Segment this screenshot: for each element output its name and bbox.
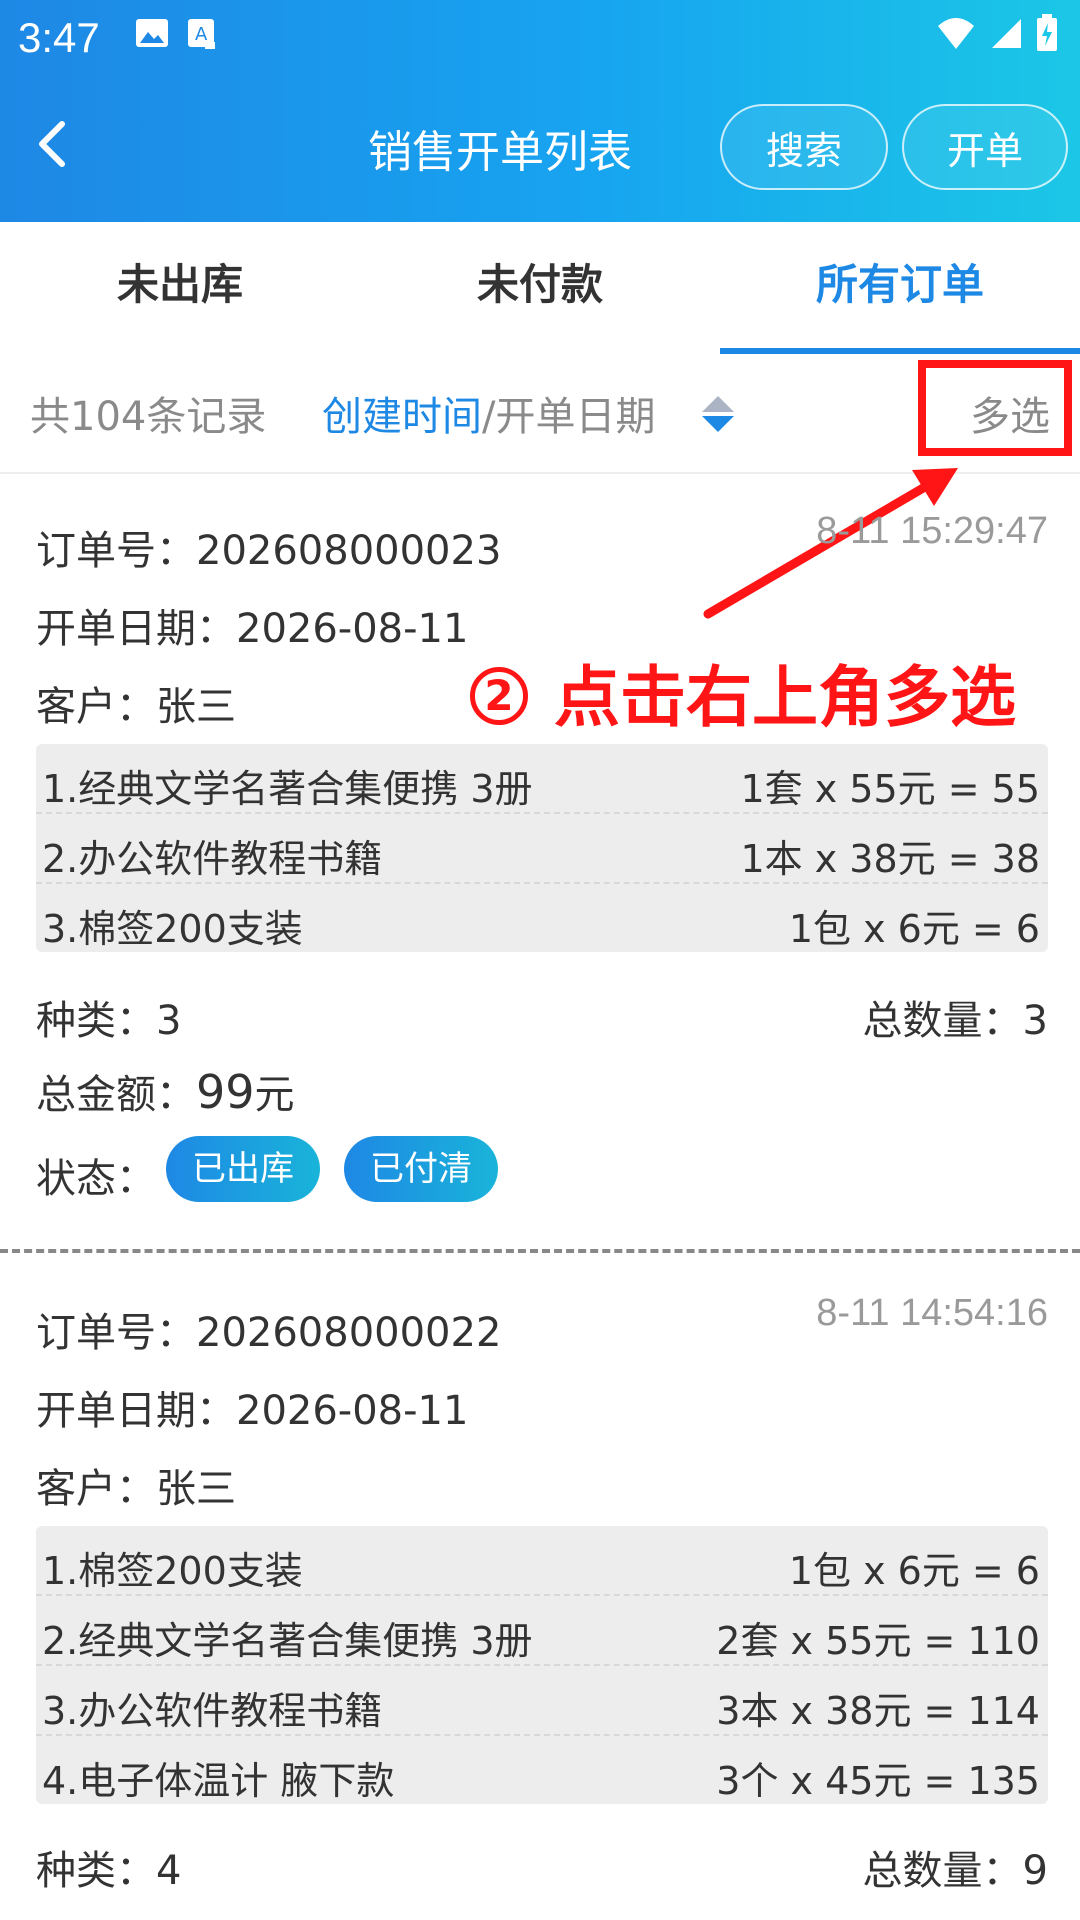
list-item: 2.办公软件教程书籍 1本 x 38元 = 38: [36, 814, 1048, 884]
list-item: 1.棉签200支装 1包 x 6元 = 6: [36, 1526, 1048, 1596]
item-name: 2.办公软件教程书籍: [42, 837, 383, 881]
item-price: 2套 x 55元 = 110: [716, 1619, 1040, 1663]
order-number: 订单号：202608000023: [36, 528, 502, 574]
status-badge-paid: 已付清: [344, 1136, 498, 1202]
status-label: 状态：: [36, 1156, 156, 1202]
list-item: 1.经典文学名著合集便携 3册 1套 x 55元 = 55: [36, 744, 1048, 814]
item-price: 1本 x 38元 = 38: [740, 837, 1040, 881]
amount-value: 99: [196, 1065, 255, 1119]
item-price: 1包 x 6元 = 6: [788, 907, 1040, 951]
amount-unit: 元: [254, 1072, 295, 1118]
order-customer: 客户：张三: [36, 1466, 236, 1512]
item-price: 3个 x 45元 = 135: [716, 1759, 1040, 1803]
order-items-list: 1.棉签200支装 1包 x 6元 = 6 2.经典文学名著合集便携 3册 2套 x…: [36, 1526, 1048, 1804]
order-timestamp: 8-11 15:29:47: [816, 510, 1048, 552]
order-timestamp: 8-11 14:54:16: [816, 1292, 1048, 1334]
item-name: 1.经典文学名著合集便携 3册: [42, 767, 533, 811]
order-card[interactable]: 订单号：202608000022 8-11 14:54:16 开单日期：2026…: [0, 1254, 1080, 1920]
order-divider: [0, 1249, 1080, 1253]
amount-label: 总金额：: [36, 1072, 196, 1118]
order-card[interactable]: 订单号：202608000023 8-11 15:29:47 开单日期：2026…: [0, 472, 1080, 1249]
list-item: 3.办公软件教程书籍 3本 x 38元 = 114: [36, 1666, 1048, 1736]
item-name: 4.电子体温计 腋下款: [42, 1759, 395, 1803]
status-badge-shipped: 已出库: [166, 1136, 320, 1202]
item-name: 1.棉签200支装: [42, 1549, 303, 1593]
order-total-quantity: 总数量：9: [862, 1848, 1048, 1894]
order-customer: 客户：张三: [36, 684, 236, 730]
order-number: 订单号：202608000022: [36, 1310, 502, 1356]
item-name: 3.棉签200支装: [42, 907, 303, 951]
order-date: 开单日期：2026-08-11: [36, 1388, 469, 1434]
order-total-amount: 总金额：99元: [36, 1062, 295, 1120]
list-item: 2.经典文学名著合集便携 3册 2套 x 55元 = 110: [36, 1596, 1048, 1666]
list-item: 3.棉签200支装 1包 x 6元 = 6: [36, 884, 1048, 952]
order-total-quantity: 总数量：3: [862, 998, 1048, 1044]
item-name: 2.经典文学名著合集便携 3册: [42, 1619, 533, 1663]
list-item: 4.电子体温计 腋下款 3个 x 45元 = 135: [36, 1736, 1048, 1804]
order-kinds: 种类：3: [36, 998, 182, 1044]
item-price: 3本 x 38元 = 114: [716, 1689, 1040, 1733]
order-date: 开单日期：2026-08-11: [36, 606, 469, 652]
item-price: 1套 x 55元 = 55: [740, 767, 1040, 811]
item-price: 1包 x 6元 = 6: [788, 1549, 1040, 1593]
item-name: 3.办公软件教程书籍: [42, 1689, 383, 1733]
order-items-list: 1.经典文学名著合集便携 3册 1套 x 55元 = 55 2.办公软件教程书籍 1…: [36, 744, 1048, 952]
order-kinds: 种类：4: [36, 1848, 182, 1894]
